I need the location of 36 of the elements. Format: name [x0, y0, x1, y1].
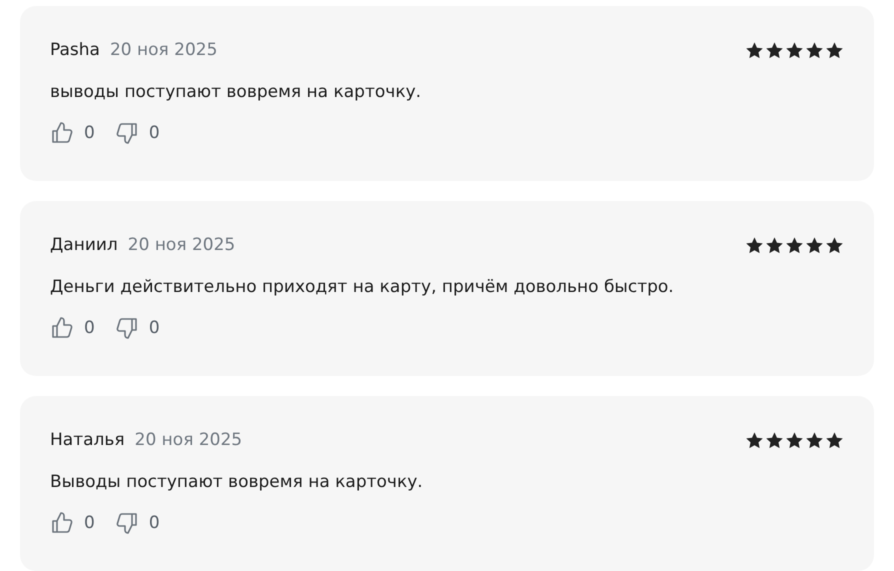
thumbs-up-icon	[50, 316, 74, 340]
star-icon	[825, 430, 844, 450]
like-button[interactable]: 0	[50, 316, 95, 340]
star-icon	[785, 430, 804, 450]
thumbs-down-icon	[114, 121, 139, 145]
star-icon	[785, 236, 804, 254]
dislike-button[interactable]: 0	[114, 511, 160, 535]
review-date: 20 ноя 2025	[110, 40, 218, 60]
star-icon	[765, 430, 784, 450]
like-button[interactable]: 0	[50, 511, 95, 535]
thumbs-up-icon	[50, 511, 74, 535]
like-button[interactable]: 0	[50, 121, 95, 145]
dislike-button[interactable]: 0	[114, 121, 160, 145]
star-icon	[745, 40, 764, 60]
review-author: Наталья	[50, 430, 125, 450]
star-icon	[765, 40, 784, 60]
thumbs-down-icon	[114, 511, 139, 535]
star-icon	[785, 40, 804, 60]
review-text: Выводы поступают вовремя на карточку.	[50, 471, 424, 494]
review-author: Даниил	[50, 235, 118, 255]
star-icon	[805, 40, 824, 60]
star-icon	[805, 430, 824, 450]
review-date: 20 ноя 2025	[134, 430, 242, 450]
star-icon	[805, 236, 824, 254]
review-author: Pasha	[50, 40, 100, 60]
review-text: выводы поступают вовремя на карточку.	[50, 81, 422, 104]
review-text: Деньги действительно приходят на карту, причём довольно быстро.	[50, 276, 675, 299]
thumbs-down-icon	[114, 316, 139, 340]
star-icon	[825, 40, 844, 60]
review-date: 20 ноя 2025	[128, 235, 236, 255]
star-icon	[745, 430, 764, 450]
dislike-button[interactable]: 0	[114, 316, 160, 340]
star-icon	[825, 236, 844, 254]
star-icon	[745, 236, 764, 254]
star-icon	[765, 236, 784, 254]
thumbs-up-icon	[50, 121, 74, 145]
